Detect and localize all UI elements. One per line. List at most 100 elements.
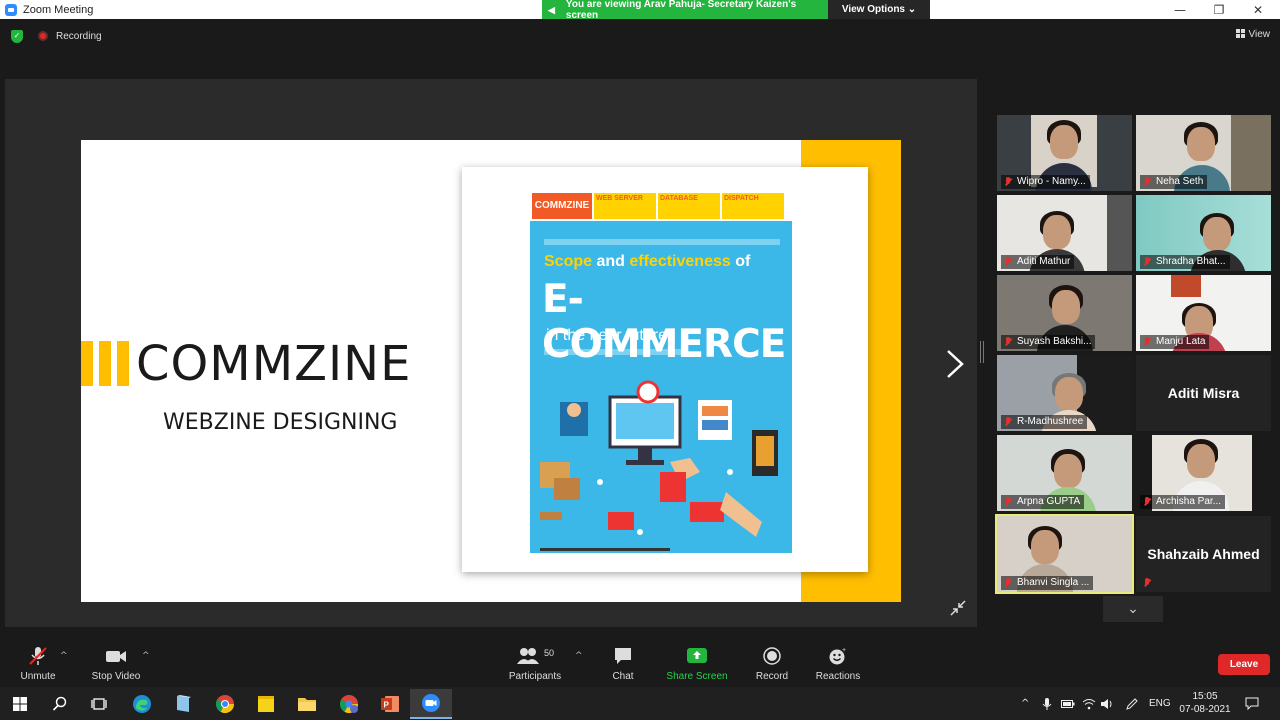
participant-tile[interactable]: Arpna GUPTA	[997, 435, 1132, 511]
view-button[interactable]: View	[1235, 29, 1271, 40]
muted-mic-icon	[1004, 497, 1012, 507]
zoom-app-icon	[5, 3, 17, 16]
exit-fullscreen-icon[interactable]	[950, 600, 966, 616]
notification-icon[interactable]	[1245, 687, 1259, 720]
language-indicator[interactable]: ENG	[1149, 687, 1171, 720]
cover-subtitle: in the near future	[546, 327, 667, 344]
muted-mic-icon	[1143, 497, 1151, 507]
sticky-notes-icon[interactable]	[253, 691, 279, 717]
share-screen-icon	[687, 648, 707, 663]
magazine-cover: COMMZINE WEB SERVER DATABASE DISPATCH Sc…	[530, 187, 792, 553]
record-button[interactable]: Record	[752, 637, 792, 687]
view-options-button[interactable]: View Options ⌄	[828, 0, 930, 19]
tray-overflow-icon[interactable]: ^	[1021, 687, 1029, 720]
participant-tile[interactable]: R-Madhushree	[997, 355, 1132, 431]
share-screen-button[interactable]: Share Screen	[664, 637, 730, 687]
share-screen-label: Share Screen	[666, 671, 728, 682]
muted-mic-icon	[1143, 177, 1151, 187]
pen-icon[interactable]	[1125, 687, 1139, 720]
muted-mic-icon	[1143, 257, 1151, 267]
participants-label: Participants	[508, 671, 562, 682]
muted-mic-icon	[1004, 337, 1012, 347]
window-title: Zoom Meeting	[23, 3, 94, 16]
muted-mic-icon	[1004, 417, 1012, 427]
participant-tile[interactable]: Wipro - Namy...	[997, 115, 1132, 191]
recording-icon	[38, 31, 48, 41]
panel-resize-handle[interactable]	[980, 341, 984, 363]
wifi-icon[interactable]	[1082, 687, 1096, 720]
reactions-button[interactable]: + Reactions	[813, 637, 863, 687]
stop-video-label: Stop Video	[91, 671, 141, 682]
stop-video-button[interactable]: Stop Video	[88, 637, 144, 687]
file-explorer-icon[interactable]	[294, 691, 320, 717]
chat-button[interactable]: Chat	[606, 637, 640, 687]
participant-tile[interactable]: Shradha Bhat...	[1136, 195, 1271, 271]
close-button[interactable]: ✕	[1238, 0, 1278, 19]
participant-name: Aditi Mathur	[1001, 255, 1075, 269]
participant-tile[interactable]: Neha Seth	[1136, 115, 1271, 191]
muted-microphone-icon	[29, 647, 47, 665]
edge-browser-icon[interactable]	[129, 691, 155, 717]
windows-start-icon[interactable]	[7, 691, 33, 717]
recording-label: Recording	[56, 31, 102, 42]
speaker-icon: ◀	[548, 4, 555, 15]
reactions-label: Reactions	[815, 671, 861, 682]
tray-microphone-icon[interactable]	[1042, 687, 1052, 720]
task-view-icon[interactable]	[86, 691, 112, 717]
participant-name: R-Madhushree	[1001, 415, 1088, 429]
security-shield-icon[interactable]: ✓	[11, 30, 23, 43]
muted-mic-icon	[1143, 578, 1151, 588]
chrome-profile-icon[interactable]	[336, 691, 362, 717]
participant-tile[interactable]: Aditi Mathur	[997, 195, 1132, 271]
participant-tile[interactable]: Manju Lata	[1136, 275, 1271, 351]
muted-mic-icon	[1004, 257, 1012, 267]
zoom-taskbar-icon[interactable]	[410, 689, 452, 719]
participant-tile[interactable]: Shahzaib Ahmed	[1136, 516, 1271, 592]
participant-name: Arpna GUPTA	[1001, 495, 1085, 509]
chrome-browser-icon[interactable]	[212, 691, 238, 717]
participants-options-caret[interactable]: ^	[575, 651, 583, 661]
screen-share-banner: ◀ You are viewing Arav Pahuja- Secretary…	[542, 0, 828, 21]
cover-section: WEB SERVER	[594, 193, 656, 219]
participant-tile[interactable]: Suyash Bakshi...	[997, 275, 1132, 351]
chat-label: Chat	[612, 671, 634, 682]
minimize-button[interactable]: —	[1160, 0, 1200, 19]
battery-icon[interactable]	[1061, 687, 1075, 720]
leave-meeting-button[interactable]: Leave	[1218, 654, 1270, 675]
meeting-toolbar: Unmute ^ Stop Video ^ 50 Participants ^ …	[0, 637, 1280, 687]
search-icon[interactable]	[47, 691, 73, 717]
smiley-icon: +	[829, 647, 846, 665]
participant-tile[interactable]: Aditi Misra	[1136, 355, 1271, 431]
audio-options-caret[interactable]: ^	[60, 651, 68, 661]
participant-name: Wipro - Namy...	[1001, 175, 1090, 189]
participant-tile[interactable]: Archisha Par...	[1136, 435, 1271, 511]
record-icon	[763, 647, 781, 665]
record-label: Record	[755, 671, 789, 682]
ecommerce-illustration	[540, 380, 778, 537]
participant-name: Archisha Par...	[1140, 495, 1226, 509]
participant-name: Bhanvi Singla ...	[1001, 576, 1094, 590]
muted-mic-icon	[1004, 177, 1012, 187]
gallery-next-page-button[interactable]: ⌄	[1103, 596, 1163, 622]
unmute-button[interactable]: Unmute	[14, 637, 62, 687]
chevron-right-icon[interactable]	[944, 348, 966, 380]
view-label: View	[1248, 29, 1271, 40]
participant-mute-status	[1140, 576, 1160, 590]
cover-logo: COMMZINE	[532, 193, 592, 219]
chat-bubble-icon	[615, 648, 631, 664]
slide-brand-title: COMMZINE	[136, 336, 412, 392]
windows-taskbar: P ^ ENG 15:05 07-08-2021	[0, 687, 1280, 720]
volume-icon[interactable]	[1100, 687, 1114, 720]
video-options-caret[interactable]: ^	[142, 651, 150, 661]
cover-issue-line	[544, 349, 684, 355]
powerpoint-icon[interactable]: P	[377, 691, 403, 717]
participants-button[interactable]: 50 Participants	[505, 637, 565, 687]
muted-mic-icon	[1143, 337, 1151, 347]
participant-name: Manju Lata	[1140, 335, 1210, 349]
ereader-app-icon[interactable]	[170, 691, 196, 717]
participant-tile-active-speaker[interactable]: Bhanvi Singla ...	[995, 514, 1134, 594]
brand-logo-bars	[81, 341, 130, 386]
system-clock[interactable]: 15:05 07-08-2021	[1178, 690, 1232, 716]
restore-button[interactable]: ❐	[1199, 0, 1239, 19]
muted-mic-icon	[1004, 578, 1012, 588]
